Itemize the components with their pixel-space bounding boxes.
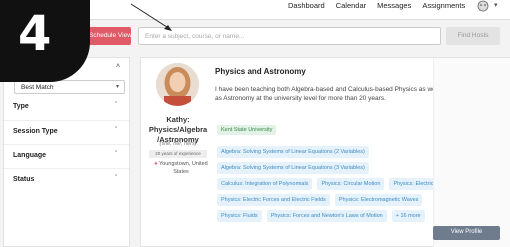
find-hosts-button[interactable]: Find Hosts (446, 27, 500, 45)
chevron-down-icon: ˇ (115, 151, 118, 158)
nav-link-calendar[interactable]: Calendar (336, 1, 366, 10)
filter-label: Language (13, 152, 47, 159)
filter-session-type[interactable]: Session Type ˇ (4, 120, 129, 144)
chevron-down-icon: ˇ (115, 102, 118, 109)
view-profile-button[interactable]: View Profile (433, 226, 500, 240)
chevron-down-icon: ▾ (115, 84, 119, 90)
chevron-down-icon: ˇ (115, 127, 118, 134)
subject-tags: Algebra: Solving Systems of Linear Equat… (217, 146, 467, 222)
subject-tag[interactable]: Physics: Electromagnetic Waves (334, 194, 423, 206)
nav-link-dashboard[interactable]: Dashboard (288, 1, 325, 10)
subject-tag[interactable]: Physics: Fluids (217, 210, 262, 222)
search-input[interactable]: Enter a subject, course, or name... (138, 27, 441, 45)
university-badge: Kent State University (217, 125, 277, 135)
filter-type[interactable]: Type ˇ (4, 96, 129, 120)
experience-badge: 20 years of experience (149, 150, 207, 158)
subject-tag[interactable]: Physics: Circular Motion (317, 178, 385, 190)
location-pin-icon: ● (154, 161, 158, 167)
card-title: Physics and Astronomy (215, 67, 306, 76)
filter-panel: ˄ Best Match ▾ Type ˇ Session Type ˇ Lan… (3, 57, 130, 247)
filter-label: Type (13, 103, 29, 110)
tutor-location: ● Youngstown, United States (149, 160, 213, 176)
subject-tag[interactable]: Physics: Electric Forces and Electric Fi… (217, 194, 330, 206)
filter-label: Status (13, 176, 35, 183)
step-number: 4 (18, 6, 52, 62)
filter-language[interactable]: Language ˇ (4, 144, 129, 168)
chevron-up-icon[interactable]: ˄ (116, 63, 120, 70)
tutor-card: Kathy: Physics/Algebra /Astronomy (she, … (140, 57, 510, 247)
filter-status[interactable]: Status ˇ (4, 168, 129, 192)
tutor-pronouns: (she, her, hers) (159, 141, 197, 147)
location-text: Youngstown, United States (159, 161, 208, 175)
sort-select-value: Best Match (21, 84, 54, 91)
tutor-bio: I have been teaching both Algebra-based … (215, 86, 439, 102)
avatar[interactable] (156, 63, 199, 106)
user-avatar-icon[interactable] (474, 0, 492, 14)
filter-label: Session Type (13, 128, 58, 135)
chevron-down-icon: ˇ (115, 175, 118, 182)
tutor-photo-icon (156, 63, 199, 106)
subject-tag[interactable]: Physics: Forces and Newton's Laws of Mot… (266, 210, 387, 222)
nav-link-assignments[interactable]: Assignments (422, 1, 465, 10)
sort-select[interactable]: Best Match ▾ (14, 80, 125, 94)
subject-tag[interactable]: Calculus: Integration of Polynomials (217, 178, 313, 190)
chevron-down-icon[interactable]: ▾ (494, 1, 498, 9)
subject-tag[interactable]: Algebra: Solving Systems of Linear Equat… (217, 162, 369, 174)
step-badge: 4 (0, 0, 90, 82)
card-side-panel (433, 58, 510, 247)
nav-links: Dashboard Calendar Messages Assignments (288, 1, 465, 10)
more-tags-link[interactable]: + 16 more (391, 210, 425, 222)
subject-tag[interactable]: Algebra: Solving Systems of Linear Equat… (217, 146, 369, 158)
nav-link-messages[interactable]: Messages (377, 1, 411, 10)
